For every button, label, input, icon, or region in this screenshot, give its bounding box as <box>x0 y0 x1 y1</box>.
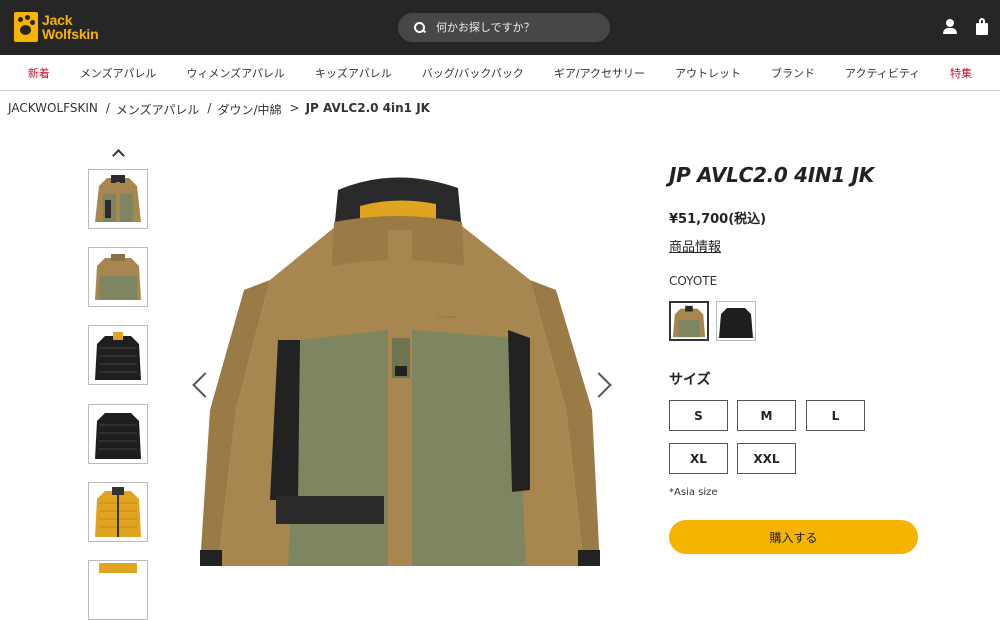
nav-item-new[interactable]: 新着 <box>28 65 50 81</box>
category-nav: 新着 メンズアパレル ウィメンズアパレル キッズアパレル バッグ/バックパック … <box>0 55 1000 91</box>
size-button-xxl[interactable]: XXL <box>737 443 796 474</box>
breadcrumb-mens-apparel[interactable]: メンズアパレル <box>116 101 200 118</box>
nav-item-kids-apparel[interactable]: キッズアパレル <box>315 65 392 81</box>
size-button-s[interactable]: S <box>669 400 728 431</box>
product-title: JP AVLC2.0 4IN1 JK <box>669 163 874 187</box>
size-label: サイズ <box>669 372 711 388</box>
nav-item-mens-apparel[interactable]: メンズアパレル <box>80 65 157 81</box>
nav-item-activity[interactable]: アクティビティ <box>845 65 920 81</box>
nav-item-brand[interactable]: ブランド <box>771 65 815 81</box>
site-header: Jack Wolfskin <box>0 0 1000 55</box>
search-input[interactable] <box>436 21 586 34</box>
nav-item-bags[interactable]: バッグ/バックパック <box>422 65 524 81</box>
selected-color-name: COYOTE <box>669 274 718 288</box>
main-product-image[interactable]: ~~~~ <box>200 170 600 566</box>
thumbnail-5[interactable] <box>88 482 148 542</box>
color-swatch-black[interactable] <box>716 301 756 341</box>
brand-logo[interactable]: Jack Wolfskin <box>14 12 99 42</box>
next-image-arrow-icon[interactable] <box>586 368 614 402</box>
breadcrumb-down[interactable]: ダウン/中綿 <box>217 101 281 118</box>
breadcrumb-current: JP AVLC2.0 4in1 JK <box>305 101 430 115</box>
color-swatch-coyote[interactable] <box>669 301 709 341</box>
search-icon <box>414 21 426 34</box>
breadcrumb-separator: / <box>105 101 110 115</box>
size-button-xl[interactable]: XL <box>669 443 728 474</box>
nav-item-womens-apparel[interactable]: ウィメンズアパレル <box>186 65 285 81</box>
breadcrumb: JACKWOLFSKIN / メンズアパレル / ダウン/中綿 > JP AVL… <box>8 101 430 118</box>
thumbnail-6[interactable] <box>88 560 148 620</box>
size-button-m[interactable]: M <box>737 400 796 431</box>
size-button-l[interactable]: L <box>806 400 865 431</box>
nav-item-gear[interactable]: ギア/アクセサリー <box>554 65 645 81</box>
nav-item-features[interactable]: 特集 <box>950 65 972 81</box>
cart-bag-icon[interactable] <box>975 18 991 36</box>
nav-item-outlet[interactable]: アウトレット <box>675 65 741 81</box>
product-price: ¥51,700(税込) <box>669 212 767 227</box>
search-bar[interactable] <box>398 13 610 42</box>
prev-image-arrow-icon[interactable] <box>190 368 218 402</box>
paw-logo-icon <box>14 12 38 42</box>
thumbnail-2[interactable] <box>88 247 148 307</box>
svg-text:~~~~: ~~~~ <box>438 313 457 322</box>
thumbnail-3[interactable] <box>88 325 148 385</box>
thumbnail-4[interactable] <box>88 404 148 464</box>
breadcrumb-separator: > <box>289 101 300 115</box>
page-scrollbar[interactable] <box>990 0 1000 566</box>
thumbnail-1[interactable] <box>88 169 148 229</box>
thumbnail-scroll-up-icon[interactable] <box>112 148 124 160</box>
buy-button[interactable]: 購入する <box>669 520 918 554</box>
breadcrumb-separator: / <box>207 101 212 115</box>
breadcrumb-home[interactable]: JACKWOLFSKIN <box>8 101 98 118</box>
size-note: *Asia size <box>669 487 718 498</box>
product-info-link[interactable]: 商品情報 <box>669 236 721 255</box>
logo-text: Jack Wolfskin <box>42 12 99 42</box>
account-icon[interactable] <box>942 18 958 36</box>
